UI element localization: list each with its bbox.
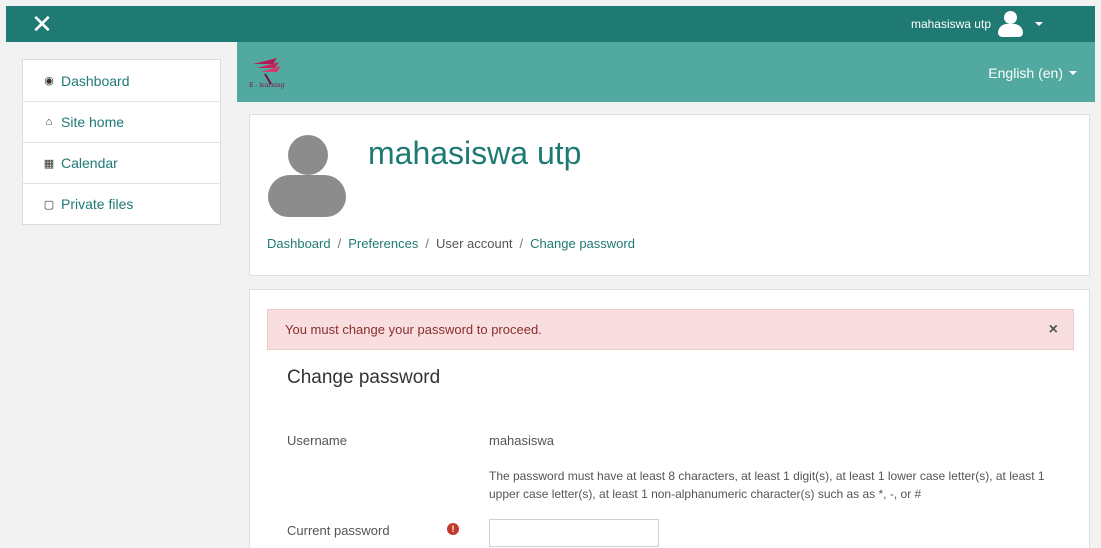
close-icon[interactable]: ×	[1049, 321, 1058, 339]
home-icon: ⌂	[45, 116, 53, 128]
sidebar-item-label: Calendar	[61, 155, 118, 171]
sidebar-item-private-files[interactable]: ▢ Private files	[23, 183, 220, 224]
password-change-alert: You must change your password to proceed…	[267, 309, 1074, 350]
breadcrumb-dashboard[interactable]: Dashboard	[267, 236, 331, 251]
user-avatar-icon	[995, 9, 1025, 39]
required-icon: !	[447, 523, 459, 535]
sidebar-item-label: Private files	[61, 196, 134, 212]
sidebar-nav: ◉ Dashboard ⌂ Site home ▦ Calendar ▢ Pri…	[22, 59, 221, 225]
avatar[interactable]	[268, 135, 346, 217]
calendar-icon: ▦	[43, 157, 55, 170]
sidebar-item-label: Site home	[61, 114, 125, 130]
logo-text: E - learning	[249, 82, 285, 89]
header-band: E - learning English (en)	[237, 42, 1095, 102]
password-rules-note: The password must have at least 8 charac…	[489, 469, 1045, 501]
page-title: mahasiswa utp	[368, 135, 582, 171]
username-value: mahasiswa	[489, 433, 555, 448]
profile-header-card: mahasiswa utp Dashboard / Preferences / …	[249, 114, 1090, 276]
file-icon: ▢	[43, 198, 55, 211]
sidebar-item-label: Dashboard	[61, 72, 130, 89]
breadcrumb-preferences[interactable]: Preferences	[348, 236, 418, 251]
breadcrumb: Dashboard / Preferences / User account /…	[267, 236, 635, 251]
alert-message: You must change your password to proceed…	[285, 322, 542, 337]
form-title: Change password	[287, 367, 441, 388]
user-menu[interactable]: mahasiswa utp	[911, 9, 1043, 39]
chevron-down-icon	[1069, 71, 1077, 75]
current-password-label: Current password	[287, 523, 390, 538]
language-menu[interactable]: English (en)	[988, 65, 1077, 81]
close-icon: ✕	[31, 8, 53, 39]
sidebar-item-site-home[interactable]: ⌂ Site home	[23, 101, 220, 142]
sidebar-item-dashboard[interactable]: ◉ Dashboard	[23, 60, 220, 101]
change-password-card: You must change your password to proceed…	[249, 289, 1090, 548]
username-label: Username	[287, 433, 347, 448]
user-menu-name: mahasiswa utp	[910, 17, 991, 31]
sidebar-item-calendar[interactable]: ▦ Calendar	[23, 142, 220, 183]
breadcrumb-change-password[interactable]: Change password	[530, 236, 635, 251]
dashboard-icon: ◉	[44, 75, 54, 87]
close-drawer-button[interactable]: ✕	[6, 6, 78, 42]
language-label: English (en)	[988, 65, 1063, 81]
current-password-input[interactable]	[489, 519, 659, 547]
top-navbar: ✕ mahasiswa utp	[6, 6, 1095, 42]
breadcrumb-user-account: User account	[435, 236, 513, 251]
chevron-down-icon	[1035, 22, 1043, 26]
